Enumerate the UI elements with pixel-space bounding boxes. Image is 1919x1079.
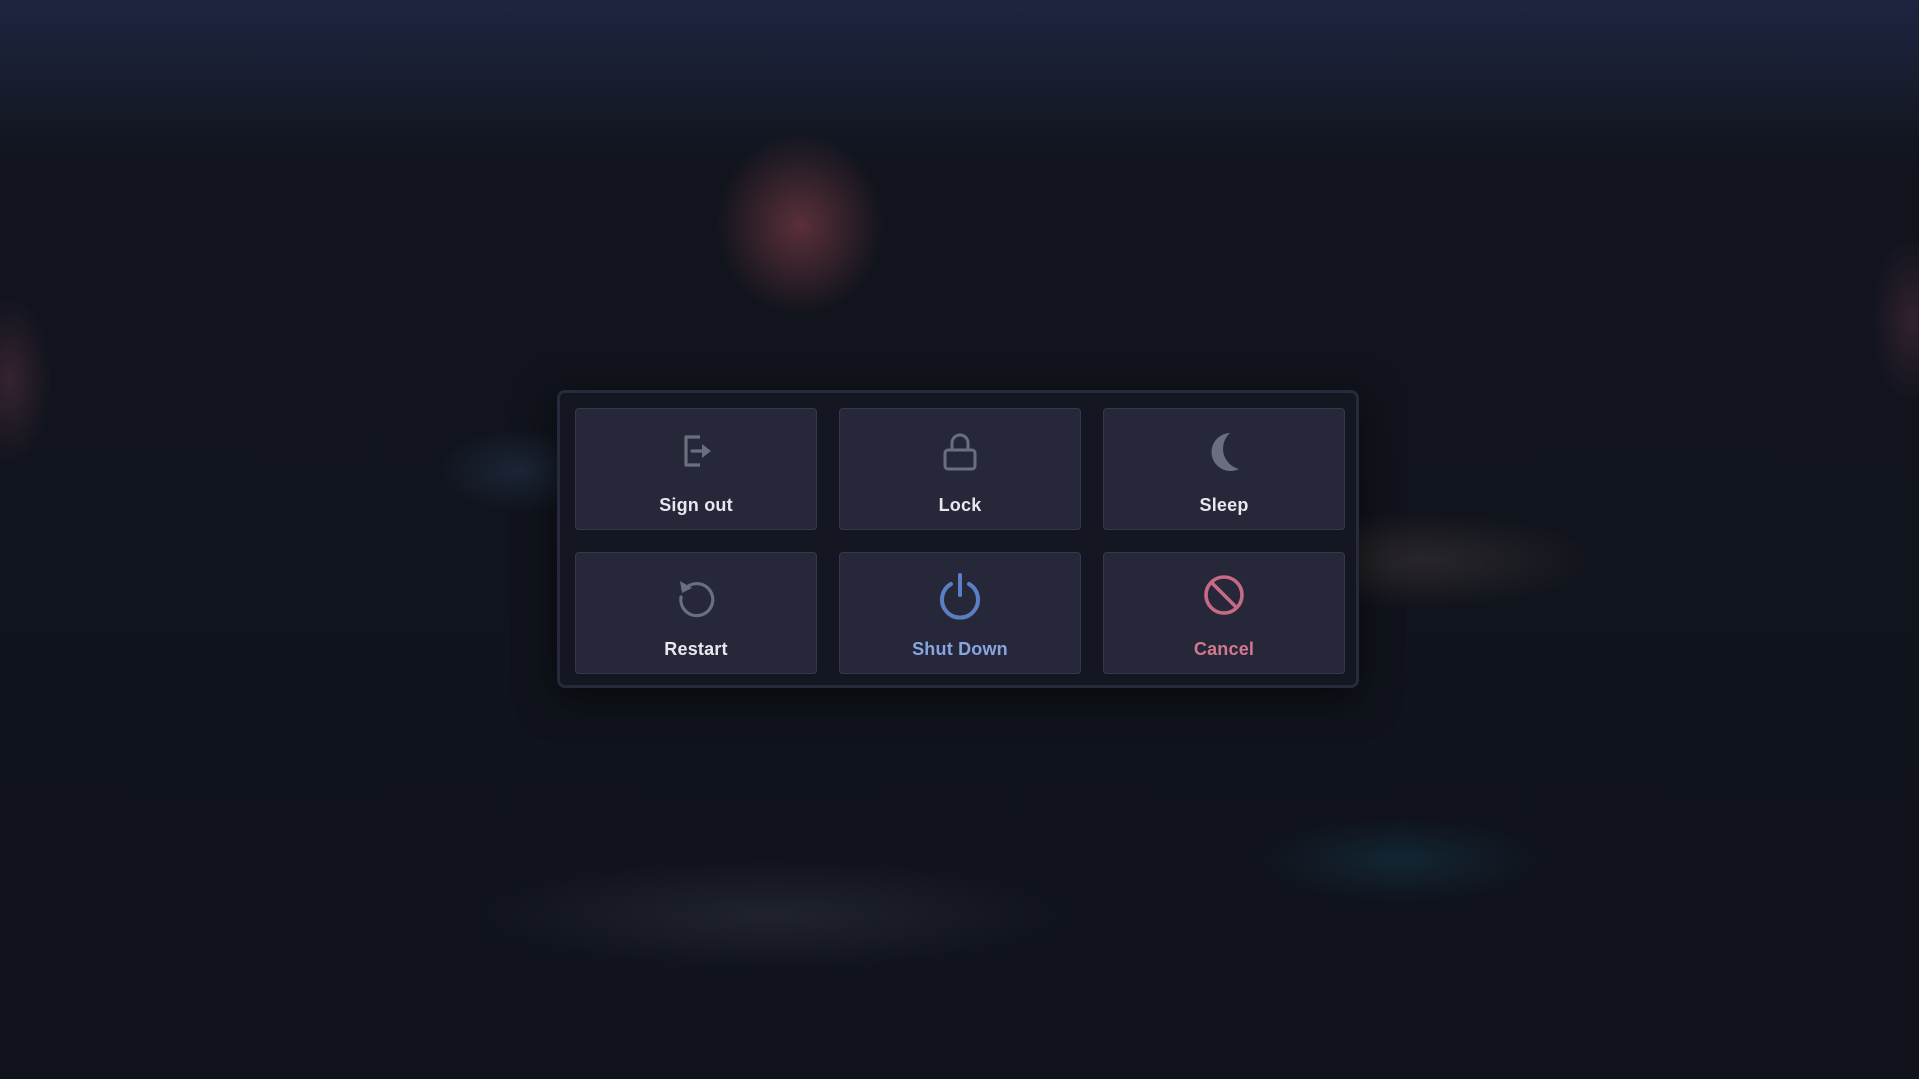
- cancel-label: Cancel: [1193, 639, 1255, 659]
- shut-down-label: Shut Down: [912, 639, 1008, 659]
- cancel-icon: [1198, 569, 1250, 621]
- lock-label: Lock: [938, 495, 982, 515]
- power-icon: [934, 569, 986, 621]
- sign-out-button[interactable]: Sign out: [575, 408, 817, 530]
- restart-button[interactable]: Restart: [575, 552, 817, 674]
- restart-icon: [670, 569, 722, 621]
- sleep-button[interactable]: Sleep: [1103, 408, 1345, 530]
- cancel-button[interactable]: Cancel: [1103, 552, 1345, 674]
- power-menu-dialog: Sign out Lock Sleep Restart Shut Down Ca…: [557, 390, 1359, 688]
- shut-down-button[interactable]: Shut Down: [839, 552, 1081, 674]
- blurred-top-bar: [0, 0, 1919, 130]
- lock-button[interactable]: Lock: [839, 408, 1081, 530]
- lock-icon: [934, 425, 986, 477]
- sign-out-icon: [670, 425, 722, 477]
- restart-label: Restart: [664, 639, 728, 659]
- sign-out-label: Sign out: [659, 495, 733, 515]
- sleep-label: Sleep: [1199, 495, 1249, 515]
- moon-icon: [1198, 425, 1250, 477]
